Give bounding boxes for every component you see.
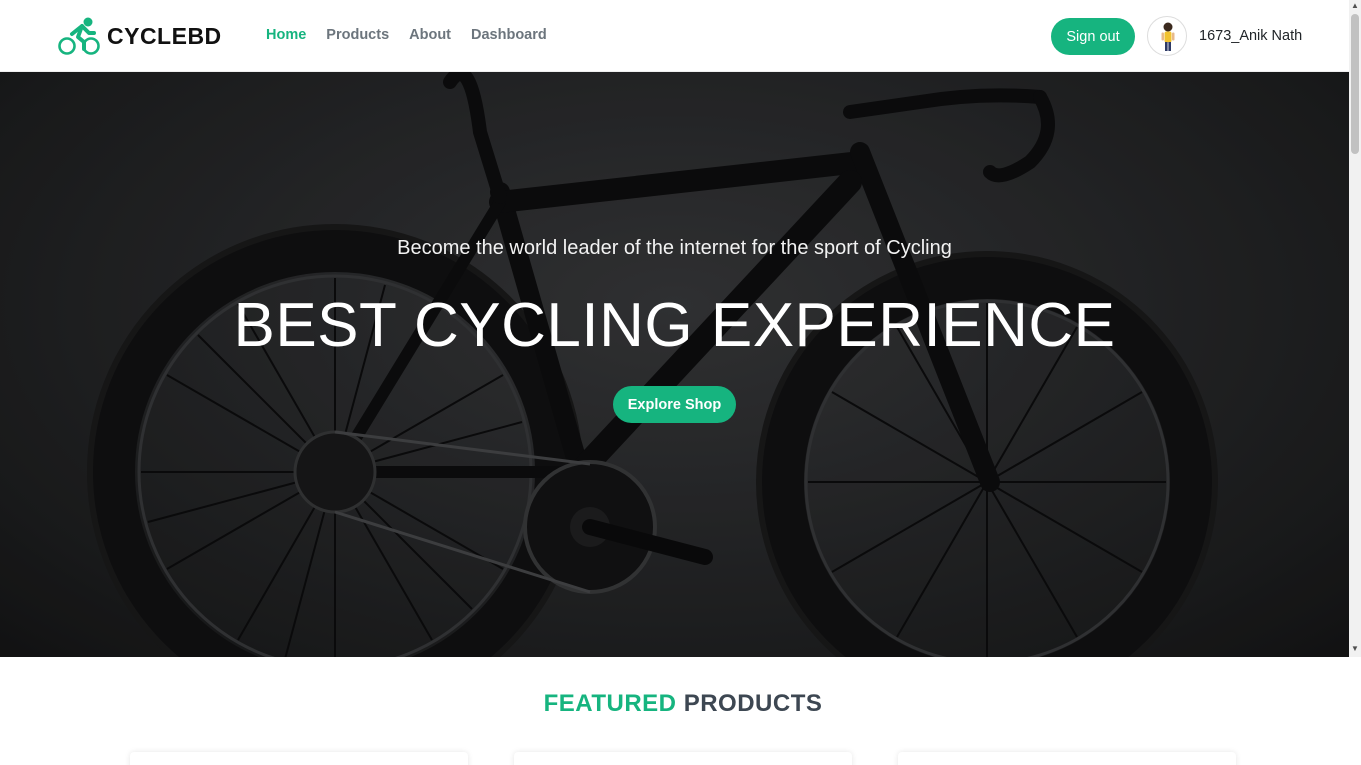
sign-out-button[interactable]: Sign out — [1051, 18, 1135, 55]
hero-overlay — [0, 72, 1349, 657]
hero-subtitle: Become the world leader of the internet … — [397, 237, 952, 259]
explore-shop-button[interactable]: Explore Shop — [613, 386, 736, 423]
scroll-down-arrow-icon[interactable]: ▼ — [1349, 643, 1361, 655]
bicycle-rider-icon — [58, 16, 100, 56]
scroll-up-arrow-icon[interactable]: ▲ — [1349, 0, 1361, 12]
user-avatar-icon[interactable] — [1147, 16, 1187, 56]
product-card[interactable] — [898, 752, 1236, 765]
brand-name: CYCLEBD — [107, 22, 222, 49]
nav-dashboard[interactable]: Dashboard — [471, 27, 547, 43]
navbar: CYCLEBD Home Products About Dashboard Si… — [0, 0, 1349, 72]
scroll-thumb[interactable] — [1351, 14, 1359, 154]
hero-title: BEST CYCLING EXPERIENCE — [233, 291, 1116, 360]
featured-heading-rest: PRODUCTS — [683, 690, 823, 717]
user-name: 1673_Anik Nath — [1199, 28, 1303, 44]
brand[interactable]: CYCLEBD — [58, 16, 222, 56]
nav-products[interactable]: Products — [326, 27, 389, 43]
hero-banner: Become the world leader of the internet … — [0, 72, 1349, 657]
product-card[interactable] — [130, 752, 468, 765]
page-scrollbar[interactable]: ▲ ▼ — [1349, 0, 1361, 657]
featured-heading-accent: FEATURED — [543, 690, 677, 717]
product-card[interactable] — [514, 752, 852, 765]
featured-products-heading: FEATURED PRODUCTS — [0, 690, 1361, 718]
nav-home[interactable]: Home — [266, 27, 306, 43]
nav-about[interactable]: About — [409, 27, 451, 43]
nav-links: Home Products About Dashboard — [266, 27, 567, 43]
